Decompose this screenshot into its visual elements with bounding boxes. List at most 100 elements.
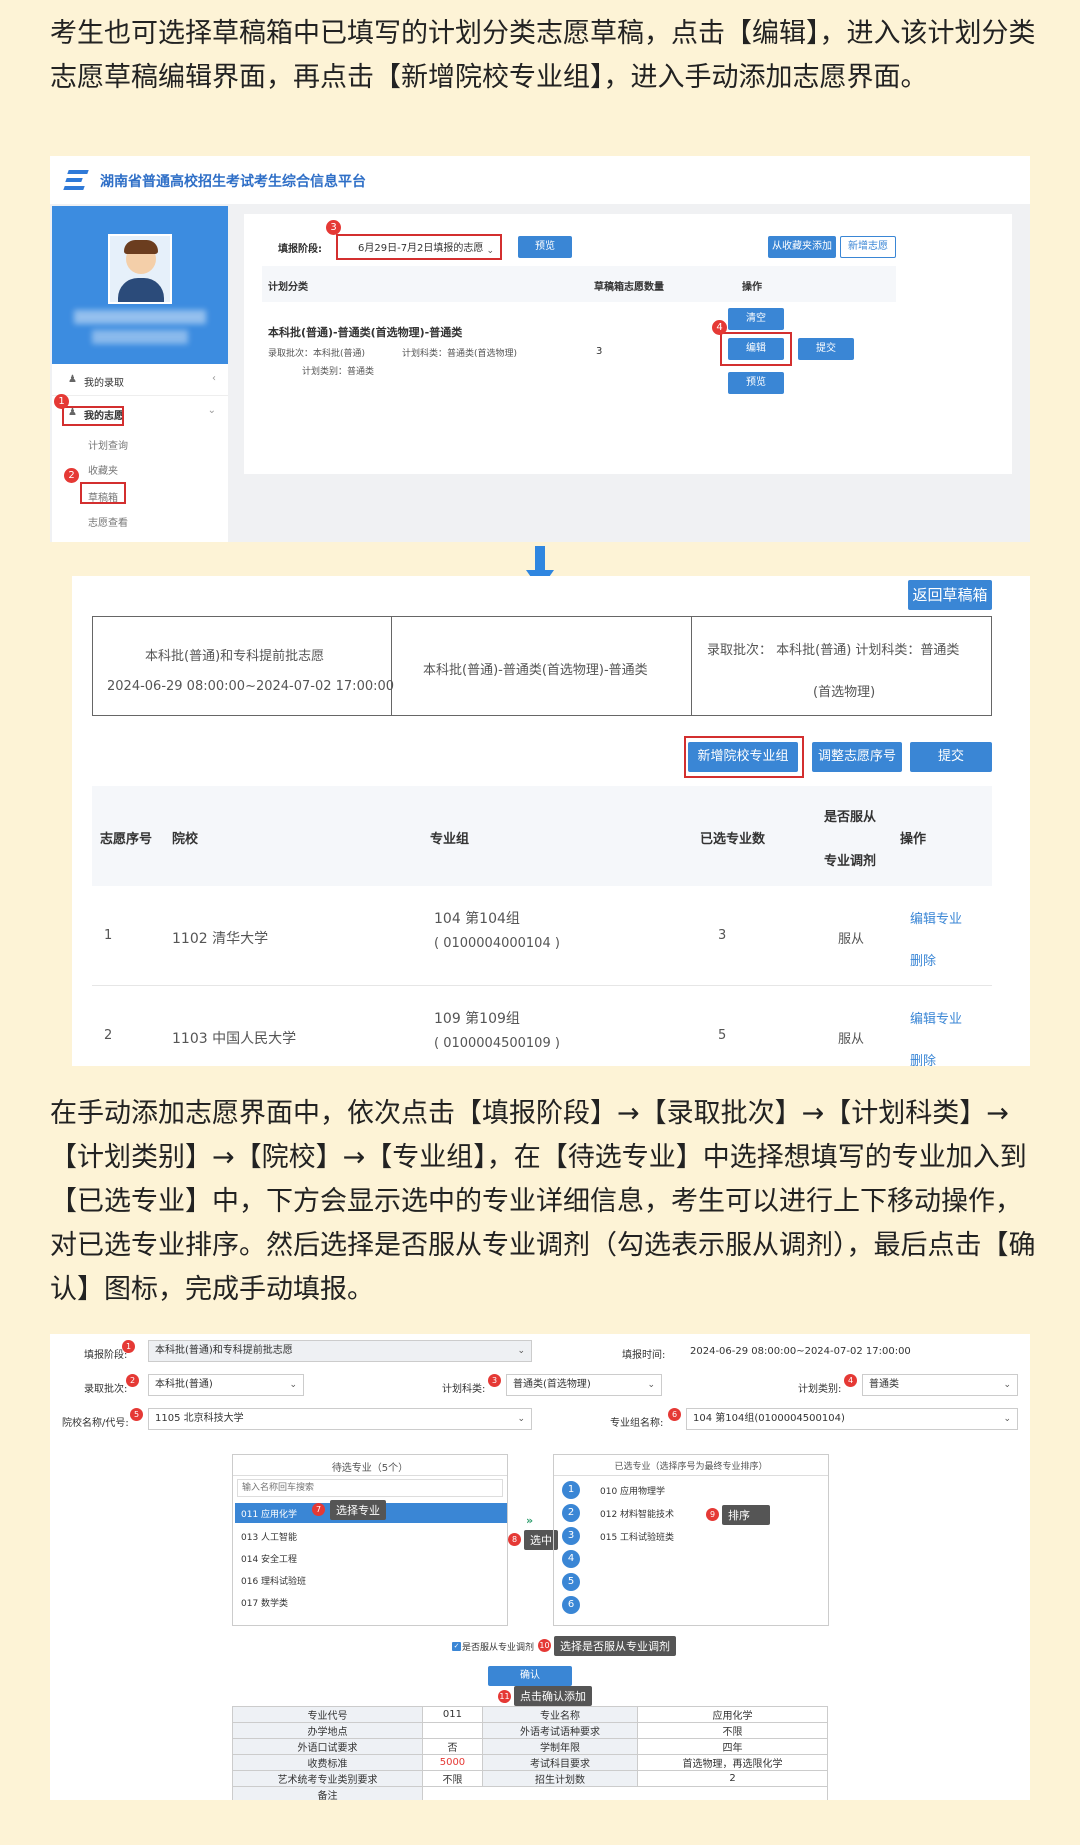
table-row: 艺术统考专业类别要求 不限 招生计划数 2: [232, 1770, 828, 1787]
menu-plan-query[interactable]: 计划查询: [88, 437, 128, 452]
list-item[interactable]: 014 安全工程: [241, 1552, 297, 1565]
group-select[interactable]: 104 第104组(0100004500104) ⌄: [686, 1408, 1018, 1430]
double-chevron-right-icon[interactable]: »: [526, 1514, 533, 1527]
subject-select[interactable]: 普通类(首选物理) ⌄: [506, 1374, 662, 1396]
chevron-down-icon: ⌄: [517, 1414, 525, 1424]
list-item[interactable]: 013 人工智能: [241, 1530, 297, 1543]
slot-number: 3: [562, 1527, 580, 1545]
list-item[interactable]: 017 数学类: [241, 1596, 288, 1609]
marker-2: 2: [64, 468, 79, 483]
manual-add-paragraph: 在手动添加志愿界面中，依次点击【填报阶段】→【录取批次】→【计划科类】→【计划类…: [50, 1098, 1036, 1305]
table-row: 收费标准 5000 考试科目要求 首选物理，再选限化学: [232, 1754, 828, 1771]
draft-panel: 填报阶段: 6月29日-7月2日填报的志愿 ⌄ 3 预览 从收藏夹添加 新增志愿…: [244, 214, 1012, 474]
marker-4: 4: [712, 320, 727, 335]
delete-link[interactable]: 删除: [910, 1050, 936, 1066]
marker-8: 8: [508, 1533, 521, 1546]
tip-obey: 选择是否服从专业调剂: [554, 1636, 676, 1656]
pending-major-list: 待选专业（5个） 011 应用化学 013 人工智能 014 安全工程 016 …: [232, 1454, 508, 1626]
marker-5: 5: [130, 1408, 143, 1421]
table-row: 1 1102 清华大学 104 第104组 ( 0100004000104 ) …: [92, 886, 992, 986]
platform-title: 湖南省普通高校招生考试考生综合信息平台: [100, 174, 366, 190]
blurred-name: [74, 310, 206, 324]
chevron-down-icon: ⌄: [1003, 1414, 1011, 1424]
table-row: 2 1103 中国人民大学 109 第109组 ( 0100004500109 …: [92, 986, 992, 1066]
obey-checkbox[interactable]: ✓: [452, 1642, 461, 1651]
school-select[interactable]: 1105 北京科技大学 ⌄: [148, 1408, 532, 1430]
marker-4: 4: [844, 1374, 857, 1387]
edit-major-link[interactable]: 编辑专业: [910, 1008, 962, 1027]
user-icon: ♟: [68, 374, 77, 385]
blurred-id: [92, 330, 188, 344]
chosen-major-list: 已选专业（选择序号为最终专业排序） 1 2 3 4 5 6 010 应用物理学 …: [553, 1454, 829, 1626]
table-row: 办学地点 外语考试语种要求 不限: [232, 1722, 828, 1739]
wish-table-header: 志愿序号 院校 专业组 已选专业数 是否服从 专业调剂 操作: [92, 786, 992, 886]
back-to-drafts-button[interactable]: 返回草稿箱: [908, 580, 992, 610]
sidebar: ♟ 我的录取 ‹ ♟ 我的志愿 ⌄ 1 计划查询 收藏夹 草稿箱 2 志愿查看: [52, 206, 228, 542]
table-header: 计划分类 草稿箱志愿数量 操作: [262, 266, 896, 302]
chevron-down-icon: ⌄: [647, 1380, 655, 1390]
major-search-input[interactable]: [237, 1479, 503, 1497]
highlight-new-group: [684, 736, 804, 778]
add-from-favorites-button[interactable]: 从收藏夹添加: [768, 236, 836, 258]
marker-11: 11: [498, 1690, 511, 1703]
confirm-button[interactable]: 确认: [488, 1666, 572, 1686]
screenshot-draft-list: 湖南省普通高校招生考试考生综合信息平台 ♟ 我的录取 ‹ ♟ 我的志愿 ⌄ 1 …: [50, 156, 1030, 542]
clear-button[interactable]: 清空: [728, 308, 784, 330]
avatar: [108, 234, 172, 304]
batch-select[interactable]: 本科批(普通) ⌄: [148, 1374, 304, 1396]
list-item[interactable]: 012 材料智能技术: [600, 1507, 674, 1520]
highlight-edit: [720, 332, 792, 366]
marker-3: 3: [326, 220, 341, 235]
highlight-drafts: [80, 482, 126, 504]
stage-info-table: 本科批(普通)和专科提前批志愿 2024-06-29 08:00:00~2024…: [92, 616, 992, 716]
platform-header: 湖南省普通高校招生考试考生综合信息平台: [50, 156, 1030, 204]
marker-6: 6: [668, 1408, 681, 1421]
adjust-order-button[interactable]: 调整志愿序号: [812, 742, 902, 772]
list-item[interactable]: 016 理科试验班: [241, 1574, 306, 1587]
screenshot-manual-add: 填报阶段: 1 本科批(普通)和专科提前批志愿 ⌄ 填报时间: 2024-06-2…: [50, 1334, 1030, 1800]
fill-stage-select[interactable]: 本科批(普通)和专科提前批志愿 ⌄: [148, 1340, 532, 1362]
marker-1: 1: [122, 1340, 135, 1353]
tip-sort: 排序: [722, 1505, 770, 1525]
major-detail-table: 专业代号 011 专业名称 应用化学 办学地点 外语考试语种要求 不限 外语口试要求否学制…: [232, 1706, 829, 1800]
preview-button[interactable]: 预览: [518, 236, 572, 258]
chevron-down-icon: ⌄: [486, 246, 494, 256]
submit-button[interactable]: 提交: [910, 742, 992, 772]
intro-paragraph: 考生也可选择草稿箱中已填写的计划分类志愿草稿，点击【编辑】，进入该计划分类志愿草…: [50, 18, 1036, 93]
menu-favorites[interactable]: 收藏夹: [88, 462, 118, 477]
delete-link[interactable]: 删除: [910, 950, 936, 969]
slot-number: 4: [562, 1550, 580, 1568]
menu-my-admission[interactable]: ♟ 我的录取 ‹: [52, 366, 228, 396]
marker-1: 1: [54, 394, 69, 409]
platform-logo-icon: [63, 170, 90, 190]
new-wish-button[interactable]: 新增志愿: [840, 236, 896, 258]
slot-number: 2: [562, 1504, 580, 1522]
slot-number: 6: [562, 1596, 580, 1614]
marker-9: 9: [706, 1508, 719, 1521]
screenshot-draft-edit: 返回草稿箱 本科批(普通)和专科提前批志愿 2024-06-29 08:00:0…: [72, 576, 1030, 1066]
edit-major-link[interactable]: 编辑专业: [910, 908, 962, 927]
marker-10: 10: [538, 1639, 551, 1652]
list-item[interactable]: 010 应用物理学: [600, 1484, 665, 1497]
obey-label: 是否服从专业调剂: [462, 1643, 535, 1653]
profile-banner: [52, 206, 228, 364]
table-row: 本科批(普通)-普通类(首选物理)-普通类 录取批次：本科批(普通) 计划科类：…: [262, 302, 896, 402]
marker-2: 2: [126, 1374, 139, 1387]
table-row: 专业代号 011 专业名称 应用化学: [232, 1706, 828, 1723]
list-item[interactable]: 015 工科试验班类: [600, 1530, 674, 1543]
table-row: 备注: [232, 1786, 829, 1800]
submit-button[interactable]: 提交: [798, 338, 854, 360]
preview-draft-button[interactable]: 预览: [728, 372, 784, 394]
chevron-down-icon: ⌄: [1003, 1380, 1011, 1390]
fill-stage-select[interactable]: 6月29日-7月2日填报的志愿 ⌄: [336, 234, 502, 260]
chevron-left-icon: ‹: [212, 373, 216, 384]
tip-confirm: 点击确认添加: [514, 1686, 592, 1706]
marker-3: 3: [488, 1374, 501, 1387]
chevron-down-icon: ⌄: [289, 1380, 297, 1390]
menu-view-wish[interactable]: 志愿查看: [88, 514, 128, 529]
fill-stage-label: 填报阶段:: [278, 244, 322, 255]
highlight-my-wish: [62, 406, 124, 426]
slot-number: 1: [562, 1481, 580, 1499]
category-select[interactable]: 普通类 ⌄: [862, 1374, 1018, 1396]
chevron-down-icon: ⌄: [207, 405, 216, 416]
